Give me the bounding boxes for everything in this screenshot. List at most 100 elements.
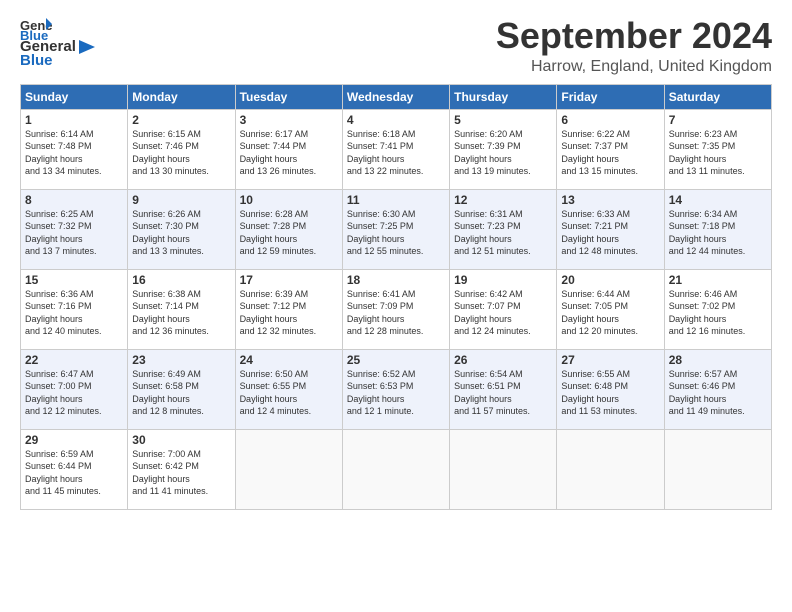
logo-icon: General Blue <box>20 16 52 40</box>
day-info: Sunrise: 6:55 AMSunset: 6:48 PMDaylight … <box>561 368 659 418</box>
col-tuesday: Tuesday <box>235 84 342 109</box>
day-info: Sunrise: 7:00 AMSunset: 6:42 PMDaylight … <box>132 448 230 498</box>
table-row <box>450 429 557 509</box>
day-info: Sunrise: 6:22 AMSunset: 7:37 PMDaylight … <box>561 128 659 178</box>
header: General Blue General Blue September 2024… <box>20 16 772 76</box>
day-number: 26 <box>454 353 552 367</box>
day-info: Sunrise: 6:44 AMSunset: 7:05 PMDaylight … <box>561 288 659 338</box>
logo-blue: Blue <box>20 52 53 69</box>
table-row: 3Sunrise: 6:17 AMSunset: 7:44 PMDaylight… <box>235 109 342 189</box>
table-row: 28Sunrise: 6:57 AMSunset: 6:46 PMDayligh… <box>664 349 771 429</box>
day-number: 4 <box>347 113 445 127</box>
day-info: Sunrise: 6:42 AMSunset: 7:07 PMDaylight … <box>454 288 552 338</box>
table-row: 30Sunrise: 7:00 AMSunset: 6:42 PMDayligh… <box>128 429 235 509</box>
day-number: 12 <box>454 193 552 207</box>
day-info: Sunrise: 6:17 AMSunset: 7:44 PMDaylight … <box>240 128 338 178</box>
table-row <box>664 429 771 509</box>
day-number: 13 <box>561 193 659 207</box>
day-number: 25 <box>347 353 445 367</box>
table-row: 8Sunrise: 6:25 AMSunset: 7:32 PMDaylight… <box>21 189 128 269</box>
day-number: 24 <box>240 353 338 367</box>
day-number: 2 <box>132 113 230 127</box>
day-number: 7 <box>669 113 767 127</box>
table-row <box>235 429 342 509</box>
table-row: 26Sunrise: 6:54 AMSunset: 6:51 PMDayligh… <box>450 349 557 429</box>
table-row: 6Sunrise: 6:22 AMSunset: 7:37 PMDaylight… <box>557 109 664 189</box>
table-row: 18Sunrise: 6:41 AMSunset: 7:09 PMDayligh… <box>342 269 449 349</box>
table-row: 16Sunrise: 6:38 AMSunset: 7:14 PMDayligh… <box>128 269 235 349</box>
table-row: 19Sunrise: 6:42 AMSunset: 7:07 PMDayligh… <box>450 269 557 349</box>
col-sunday: Sunday <box>21 84 128 109</box>
day-number: 9 <box>132 193 230 207</box>
table-row: 10Sunrise: 6:28 AMSunset: 7:28 PMDayligh… <box>235 189 342 269</box>
table-row: 17Sunrise: 6:39 AMSunset: 7:12 PMDayligh… <box>235 269 342 349</box>
logo: General Blue General Blue <box>20 16 95 69</box>
table-row: 13Sunrise: 6:33 AMSunset: 7:21 PMDayligh… <box>557 189 664 269</box>
table-row: 15Sunrise: 6:36 AMSunset: 7:16 PMDayligh… <box>21 269 128 349</box>
day-info: Sunrise: 6:47 AMSunset: 7:00 PMDaylight … <box>25 368 123 418</box>
day-info: Sunrise: 6:54 AMSunset: 6:51 PMDaylight … <box>454 368 552 418</box>
day-info: Sunrise: 6:20 AMSunset: 7:39 PMDaylight … <box>454 128 552 178</box>
calendar-row: 15Sunrise: 6:36 AMSunset: 7:16 PMDayligh… <box>21 269 772 349</box>
table-row: 25Sunrise: 6:52 AMSunset: 6:53 PMDayligh… <box>342 349 449 429</box>
logo-triangle <box>79 40 95 54</box>
day-info: Sunrise: 6:28 AMSunset: 7:28 PMDaylight … <box>240 208 338 258</box>
day-info: Sunrise: 6:38 AMSunset: 7:14 PMDaylight … <box>132 288 230 338</box>
day-number: 3 <box>240 113 338 127</box>
table-row: 4Sunrise: 6:18 AMSunset: 7:41 PMDaylight… <box>342 109 449 189</box>
day-number: 16 <box>132 273 230 287</box>
day-number: 30 <box>132 433 230 447</box>
day-number: 8 <box>25 193 123 207</box>
day-number: 17 <box>240 273 338 287</box>
calendar-row: 1Sunrise: 6:14 AMSunset: 7:48 PMDaylight… <box>21 109 772 189</box>
day-number: 19 <box>454 273 552 287</box>
day-info: Sunrise: 6:49 AMSunset: 6:58 PMDaylight … <box>132 368 230 418</box>
page: General Blue General Blue September 2024… <box>0 0 792 612</box>
day-info: Sunrise: 6:26 AMSunset: 7:30 PMDaylight … <box>132 208 230 258</box>
location: Harrow, England, United Kingdom <box>496 58 772 76</box>
table-row: 20Sunrise: 6:44 AMSunset: 7:05 PMDayligh… <box>557 269 664 349</box>
day-number: 14 <box>669 193 767 207</box>
table-row: 22Sunrise: 6:47 AMSunset: 7:00 PMDayligh… <box>21 349 128 429</box>
day-info: Sunrise: 6:33 AMSunset: 7:21 PMDaylight … <box>561 208 659 258</box>
day-number: 29 <box>25 433 123 447</box>
day-number: 10 <box>240 193 338 207</box>
table-row: 24Sunrise: 6:50 AMSunset: 6:55 PMDayligh… <box>235 349 342 429</box>
calendar-row: 22Sunrise: 6:47 AMSunset: 7:00 PMDayligh… <box>21 349 772 429</box>
day-number: 18 <box>347 273 445 287</box>
day-number: 1 <box>25 113 123 127</box>
table-row: 29Sunrise: 6:59 AMSunset: 6:44 PMDayligh… <box>21 429 128 509</box>
day-info: Sunrise: 6:15 AMSunset: 7:46 PMDaylight … <box>132 128 230 178</box>
day-number: 5 <box>454 113 552 127</box>
day-number: 15 <box>25 273 123 287</box>
table-row <box>342 429 449 509</box>
table-row: 12Sunrise: 6:31 AMSunset: 7:23 PMDayligh… <box>450 189 557 269</box>
calendar-row: 8Sunrise: 6:25 AMSunset: 7:32 PMDaylight… <box>21 189 772 269</box>
day-number: 20 <box>561 273 659 287</box>
table-row: 23Sunrise: 6:49 AMSunset: 6:58 PMDayligh… <box>128 349 235 429</box>
day-info: Sunrise: 6:41 AMSunset: 7:09 PMDaylight … <box>347 288 445 338</box>
table-row: 11Sunrise: 6:30 AMSunset: 7:25 PMDayligh… <box>342 189 449 269</box>
calendar-header-row: Sunday Monday Tuesday Wednesday Thursday… <box>21 84 772 109</box>
day-info: Sunrise: 6:34 AMSunset: 7:18 PMDaylight … <box>669 208 767 258</box>
day-info: Sunrise: 6:57 AMSunset: 6:46 PMDaylight … <box>669 368 767 418</box>
table-row: 5Sunrise: 6:20 AMSunset: 7:39 PMDaylight… <box>450 109 557 189</box>
day-info: Sunrise: 6:52 AMSunset: 6:53 PMDaylight … <box>347 368 445 418</box>
col-saturday: Saturday <box>664 84 771 109</box>
day-info: Sunrise: 6:36 AMSunset: 7:16 PMDaylight … <box>25 288 123 338</box>
table-row <box>557 429 664 509</box>
table-row: 1Sunrise: 6:14 AMSunset: 7:48 PMDaylight… <box>21 109 128 189</box>
title-block: September 2024 Harrow, England, United K… <box>496 16 772 76</box>
day-info: Sunrise: 6:23 AMSunset: 7:35 PMDaylight … <box>669 128 767 178</box>
day-number: 22 <box>25 353 123 367</box>
day-number: 11 <box>347 193 445 207</box>
day-number: 6 <box>561 113 659 127</box>
day-number: 28 <box>669 353 767 367</box>
day-info: Sunrise: 6:39 AMSunset: 7:12 PMDaylight … <box>240 288 338 338</box>
calendar-row: 29Sunrise: 6:59 AMSunset: 6:44 PMDayligh… <box>21 429 772 509</box>
calendar-table: Sunday Monday Tuesday Wednesday Thursday… <box>20 84 772 510</box>
day-info: Sunrise: 6:50 AMSunset: 6:55 PMDaylight … <box>240 368 338 418</box>
table-row: 9Sunrise: 6:26 AMSunset: 7:30 PMDaylight… <box>128 189 235 269</box>
day-info: Sunrise: 6:31 AMSunset: 7:23 PMDaylight … <box>454 208 552 258</box>
day-info: Sunrise: 6:18 AMSunset: 7:41 PMDaylight … <box>347 128 445 178</box>
